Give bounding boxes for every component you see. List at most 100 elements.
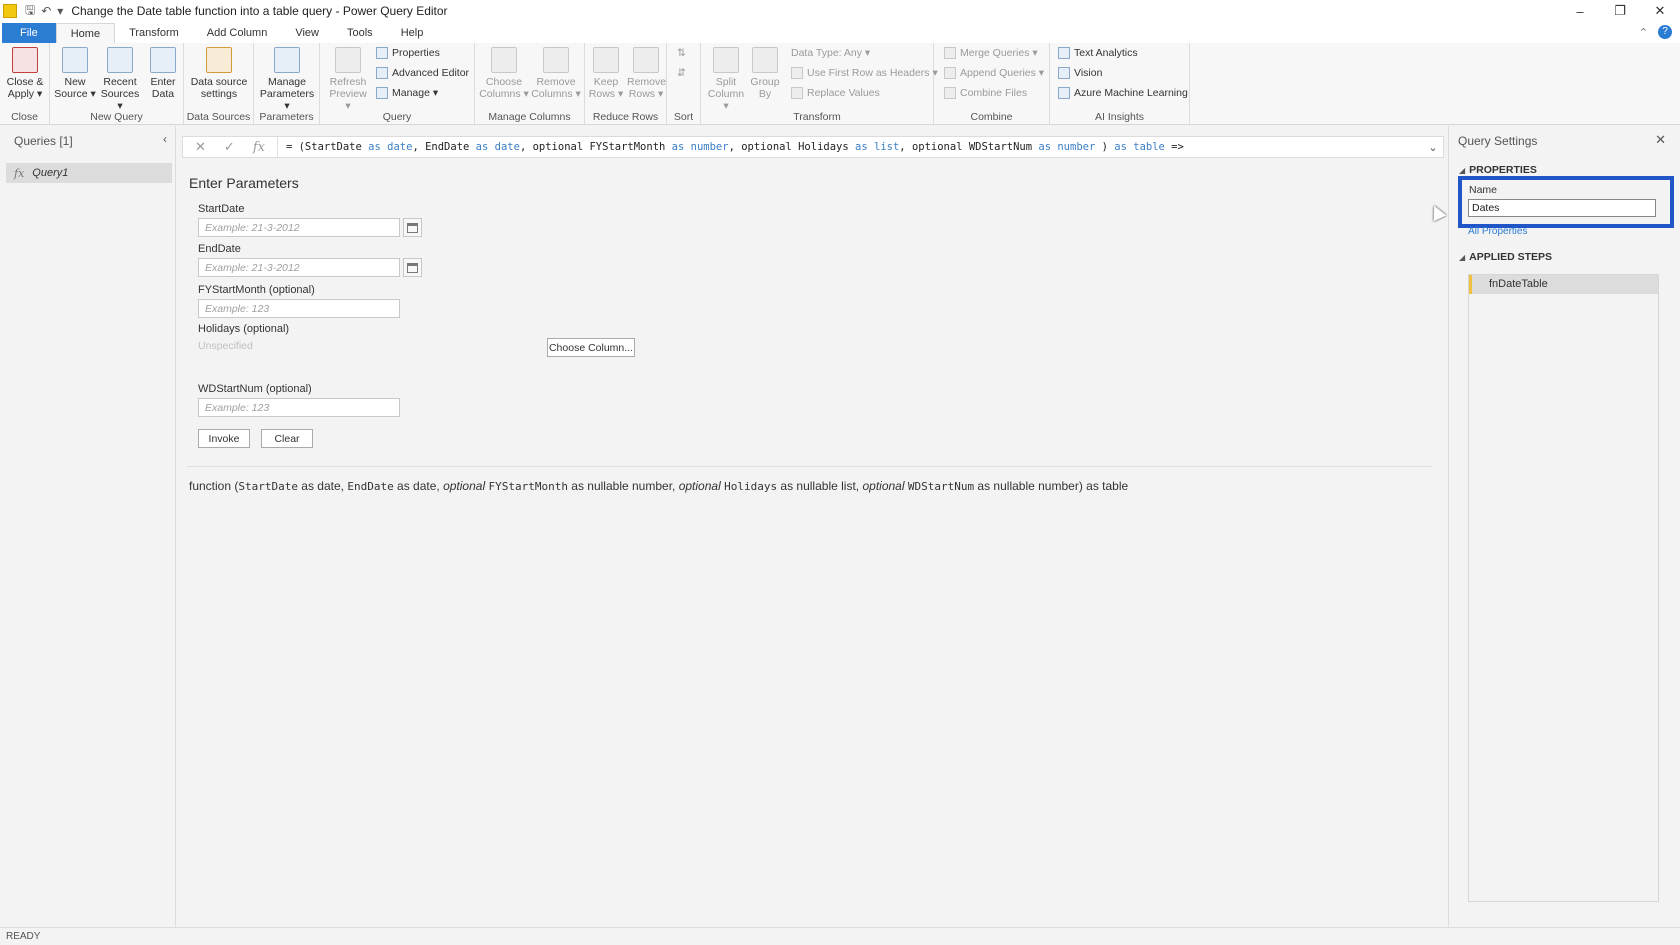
remove-rows-icon [633, 47, 659, 73]
text-analytics-icon [1058, 47, 1070, 59]
confirm-formula-icon[interactable]: ✓ [224, 139, 235, 155]
collapse-triangle-icon: ◢ [1459, 166, 1466, 175]
close-query-settings-icon[interactable]: ✕ [1655, 132, 1666, 148]
fx-icon[interactable]: fx [253, 140, 265, 155]
replace-values-button[interactable]: Replace Values [791, 87, 880, 99]
collapse-ribbon-icon[interactable]: ⌃ [1639, 26, 1648, 39]
keep-rows-icon [593, 47, 619, 73]
expand-formula-icon[interactable]: ⌄ [1423, 141, 1443, 154]
merge-queries-button[interactable]: Merge Queries ▾ [944, 47, 1038, 59]
close-apply-button[interactable]: Close & Apply ▾ [4, 47, 46, 100]
table-headers-icon [791, 67, 803, 79]
holidays-label: Holidays (optional) [198, 323, 290, 335]
all-properties-link[interactable]: All Properties [1468, 226, 1527, 237]
group-parameters: Manage Parameters ▾ Parameters [254, 43, 320, 125]
wdstartnum-input[interactable]: Example: 123 [198, 398, 400, 417]
formula-keyword: as [475, 141, 489, 153]
new-source-button[interactable]: New Source ▾ [54, 47, 96, 100]
close-window-button[interactable]: ✕ [1640, 0, 1680, 22]
keep-rows-button[interactable]: Keep Rows ▾ [587, 47, 625, 100]
customize-toolbar-icon[interactable]: ▾ [57, 4, 63, 18]
remove-columns-button[interactable]: Remove Columns ▾ [531, 47, 581, 100]
group-transform: Split Column ▾ Group By Data Type: Any ▾… [701, 43, 938, 125]
collapse-queries-icon[interactable]: ‹ [163, 132, 167, 146]
split-column-button[interactable]: Split Column ▾ [705, 47, 747, 112]
group-close: Close & Apply ▾ Close [0, 43, 50, 125]
remove-columns-icon [543, 47, 569, 73]
choose-columns-icon [491, 47, 517, 73]
tab-help[interactable]: Help [387, 23, 438, 43]
ribbon: Close & Apply ▾ Close New Source ▾ Recen… [0, 43, 1680, 125]
choose-column-button[interactable]: Choose Column... [547, 338, 635, 357]
combine-files-icon [944, 87, 956, 99]
applied-step-item[interactable]: fnDateTable [1469, 275, 1658, 294]
clear-button[interactable]: Clear [261, 429, 313, 448]
append-queries-icon [944, 67, 956, 79]
help-icon[interactable]: ? [1658, 25, 1672, 39]
new-source-icon [62, 47, 88, 73]
queries-header: Queries [1] [14, 134, 73, 148]
azure-ml-flask-icon [1058, 87, 1070, 99]
enddate-input[interactable]: Example: 21-3-2012 [198, 258, 400, 277]
group-sort: ⇅ ⇵ Sort [667, 43, 701, 125]
group-combine: Merge Queries ▾ Append Queries ▾ Combine… [934, 43, 1050, 125]
ribbon-tabs: File Home Transform Add Column View Tool… [0, 22, 1680, 43]
manage-parameters-button[interactable]: Manage Parameters ▾ [258, 47, 316, 112]
minimize-button[interactable]: – [1560, 0, 1600, 22]
tab-home[interactable]: Home [55, 23, 116, 43]
combine-files-button[interactable]: Combine Files [944, 87, 1027, 99]
enddate-calendar-button[interactable] [403, 258, 422, 277]
group-manage-columns: Choose Columns ▾ Remove Columns ▾ Manage… [475, 43, 585, 125]
restore-button[interactable]: ❐ [1600, 0, 1640, 22]
tab-view[interactable]: View [281, 23, 333, 43]
recent-sources-button[interactable]: Recent Sources ▾ [98, 47, 142, 112]
tab-file[interactable]: File [2, 23, 56, 43]
append-queries-button[interactable]: Append Queries ▾ [944, 67, 1044, 79]
name-label: Name [1469, 184, 1498, 196]
title-bar: 🖫 ↶ ▾ Change the Date table function int… [0, 0, 1680, 22]
text-analytics-button[interactable]: Text Analytics [1058, 47, 1138, 59]
save-icon[interactable]: 🖫 [25, 1, 35, 22]
data-type-dropdown[interactable]: Data Type: Any ▾ [791, 47, 870, 59]
function-fx-icon: fx [14, 166, 25, 180]
refresh-preview-button[interactable]: Refresh Preview ▾ [328, 47, 368, 112]
cancel-formula-icon[interactable]: ✕ [195, 139, 206, 155]
choose-columns-button[interactable]: Choose Columns ▾ [479, 47, 529, 100]
startdate-calendar-button[interactable] [403, 218, 422, 237]
properties-button[interactable]: Properties [376, 47, 440, 59]
fystartmonth-input[interactable]: Example: 123 [198, 299, 400, 318]
enter-parameters-heading: Enter Parameters [189, 175, 299, 191]
query-item[interactable]: fx Query1 [6, 163, 172, 183]
sort-ascending-button[interactable]: ⇅ [677, 47, 686, 59]
data-source-settings-icon [206, 47, 232, 73]
enter-data-button[interactable]: Enter Data [146, 47, 180, 100]
group-query: Refresh Preview ▾ Properties Advanced Ed… [320, 43, 475, 125]
query-name-input[interactable]: Dates [1468, 199, 1656, 217]
merge-queries-icon [944, 47, 956, 59]
formula-text[interactable]: = (StartDate as date, EndDate as date, o… [278, 141, 1423, 153]
group-by-button[interactable]: Group By [749, 47, 781, 100]
remove-rows-button[interactable]: Remove Rows ▾ [627, 47, 666, 100]
invoke-button[interactable]: Invoke [198, 429, 250, 448]
sort-descending-button[interactable]: ⇵ [677, 67, 686, 79]
applied-steps-section-header[interactable]: ◢ APPLIED STEPS [1459, 251, 1552, 263]
query-settings-title: Query Settings [1458, 134, 1538, 148]
manage-query-button[interactable]: Manage ▾ [376, 87, 438, 99]
advanced-editor-button[interactable]: Advanced Editor [376, 67, 469, 79]
startdate-input[interactable]: Example: 21-3-2012 [198, 218, 400, 237]
data-source-settings-button[interactable]: Data source settings [188, 47, 250, 100]
undo-icon[interactable]: ↶ [41, 4, 51, 18]
tab-add-column[interactable]: Add Column [193, 23, 282, 43]
tab-transform[interactable]: Transform [115, 23, 193, 43]
vision-button[interactable]: Vision [1058, 67, 1102, 79]
calendar-icon [407, 262, 418, 273]
formula-keyword: as [671, 141, 685, 153]
calendar-icon [407, 222, 418, 233]
formula-keyword: as [855, 141, 868, 153]
azure-ml-button[interactable]: Azure Machine Learning [1058, 87, 1188, 99]
window-title: Change the Date table function into a ta… [71, 4, 448, 18]
tab-tools[interactable]: Tools [333, 23, 387, 43]
use-first-row-headers-button[interactable]: Use First Row as Headers ▾ [791, 67, 938, 79]
formula-keyword: number [1057, 141, 1096, 153]
properties-section-header[interactable]: ◢ PROPERTIES [1459, 164, 1537, 176]
